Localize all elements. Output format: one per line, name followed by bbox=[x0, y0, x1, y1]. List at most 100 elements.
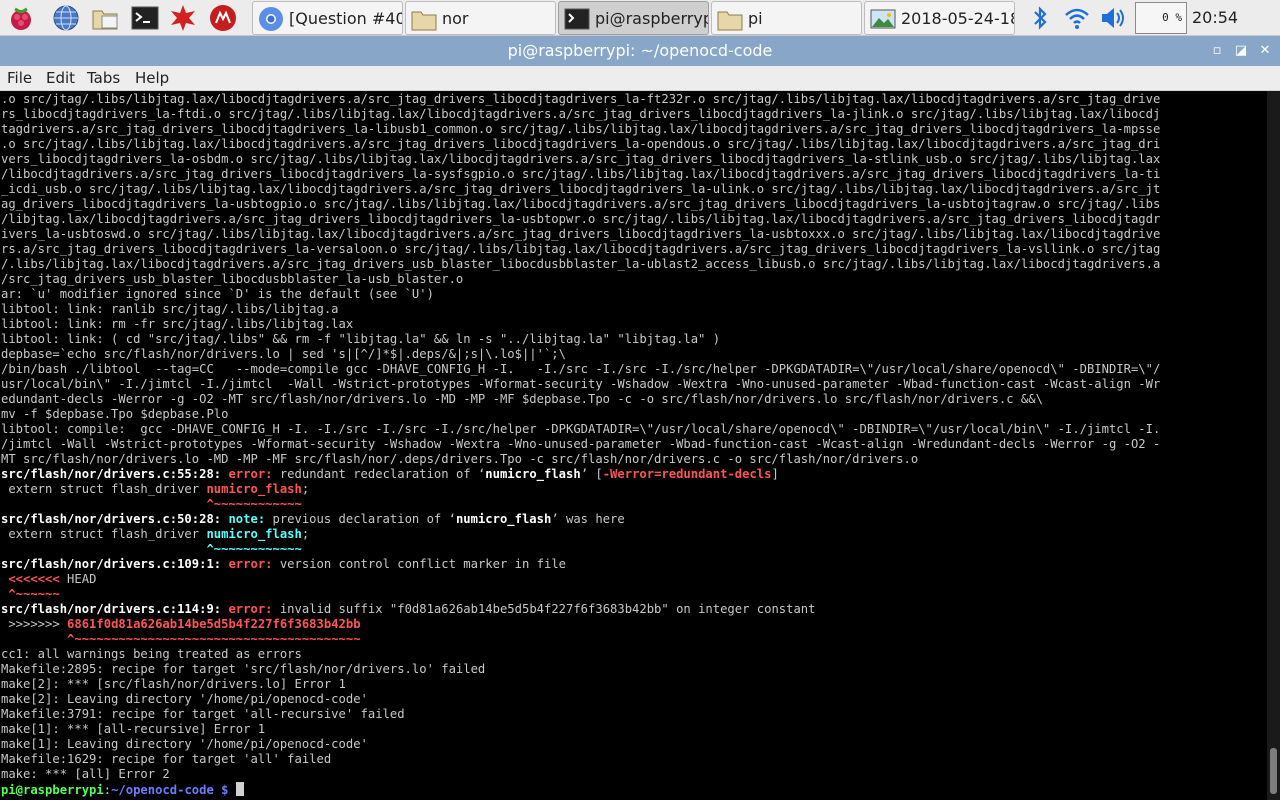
raspberry-menu-icon[interactable] bbox=[6, 3, 36, 33]
terminal-text: ~/openocd-code $ bbox=[111, 783, 229, 797]
folder-icon bbox=[717, 11, 743, 31]
terminal-line: cc1: all warnings being treated as error… bbox=[1, 647, 302, 662]
terminal-text: numicro_flash bbox=[206, 527, 302, 541]
task-label: [Question #40... bbox=[289, 9, 403, 28]
minimize-button[interactable]: ▫ bbox=[1208, 42, 1226, 60]
terminal-icon[interactable] bbox=[130, 3, 160, 33]
terminal-text: ^~~~~~~~~~~~~ bbox=[206, 542, 302, 556]
menu-help[interactable]: Help bbox=[135, 69, 169, 87]
volume-icon[interactable] bbox=[1098, 3, 1128, 33]
cpu-monitor[interactable]: 0 % bbox=[1135, 2, 1187, 34]
terminal-text: ; bbox=[301, 527, 310, 541]
terminal-line: make[2]: Leaving directory '/home/pi/ope… bbox=[1, 692, 368, 707]
terminal-line: vers_libocdjtagdrivers_la-osbdm.o src/jt… bbox=[1, 152, 1160, 167]
terminal-text: make[2]: Leaving directory '/home/pi/ope… bbox=[1, 692, 368, 706]
terminal-line: ivers_la-usbtoswd.o src/jtag/.libs/libjt… bbox=[1, 227, 1160, 242]
file-manager-icon[interactable] bbox=[90, 3, 120, 33]
task-folder-nor[interactable]: nor bbox=[405, 1, 556, 35]
task-label: pi@raspberryp... bbox=[595, 9, 708, 28]
terminal-text: ivers_la-usbtoswd.o src/jtag/.libs/libjt… bbox=[1, 227, 1161, 241]
terminal-scrollbar[interactable] bbox=[1267, 91, 1280, 800]
terminal-text: make[1]: Leaving directory '/home/pi/ope… bbox=[1, 737, 368, 751]
terminal-text: src/flash/nor/drivers.c:109:1: bbox=[1, 557, 229, 571]
terminal-text: rs_libocdjtagdrivers_la-ftdi.o src/jtag/… bbox=[1, 107, 1161, 121]
terminal-line: tagdrivers.a/src_jtag_drivers_libocdjtag… bbox=[1, 122, 1160, 137]
terminal-text: /.libs/libjtag.lax/libocdjtagdrivers.a/s… bbox=[1, 257, 1161, 271]
terminal-line: ^~~~~~~~~~~~~~~~~~~~~~~~~~~~~~~~~~~~~~~~ bbox=[1, 632, 361, 647]
window-titlebar[interactable]: pi@raspberrypi: ~/openocd-code ▫ ◪ ✕ bbox=[0, 36, 1280, 66]
terminal-line: rs.a/src_jtag_drivers_libocdjtagdrivers_… bbox=[1, 242, 1160, 257]
terminal-text: numicro_flash bbox=[485, 467, 581, 481]
terminal-text: error: bbox=[228, 557, 280, 571]
terminal-line: make[1]: *** [all-recursive] Error 1 bbox=[1, 722, 265, 737]
terminal-line: src/flash/nor/drivers.c:109:1: error: ve… bbox=[1, 557, 566, 572]
terminal-output[interactable]: .o src/jtag/.libs/libjtag.lax/libocdjtag… bbox=[0, 91, 1267, 800]
maximize-button[interactable]: ◪ bbox=[1232, 42, 1250, 60]
terminal-text: ^~~~~~~~~~~~~ bbox=[206, 497, 302, 511]
terminal-text: redundant redeclaration of ‘ bbox=[279, 467, 486, 481]
menu-edit[interactable]: Edit bbox=[46, 69, 75, 87]
terminal-text: Makefile:3791: recipe for target 'all-re… bbox=[1, 707, 405, 721]
terminal-line: /src_jtag_drivers_usb_blaster_libocdusbb… bbox=[1, 272, 463, 287]
terminal-text: note: bbox=[228, 512, 273, 526]
terminal-text: /src_jtag_drivers_usb_blaster_libocdusbb… bbox=[1, 272, 464, 286]
terminal-line: make[2]: *** [src/flash/nor/drivers.lo] … bbox=[1, 677, 346, 692]
terminal-text: -Werror=redundant-decls bbox=[602, 467, 772, 481]
task-folder-pi[interactable]: pi bbox=[711, 1, 862, 35]
taskbar: [Question #40... nor pi@raspberryp... pi… bbox=[0, 0, 1280, 36]
terminal-text: ag_drivers_libocdjtagdrivers_la-usbtogpi… bbox=[1, 197, 1161, 211]
task-chromium[interactable]: [Question #40... bbox=[252, 1, 403, 35]
task-terminal[interactable]: pi@raspberryp... bbox=[558, 1, 709, 35]
wifi-icon[interactable] bbox=[1062, 3, 1092, 33]
terminal-text: libtool: link: rm -fr src/jtag/.libs/lib… bbox=[1, 317, 354, 331]
terminal-line: usr/local/bin\" -I./jimtcl -I./jimtcl -W… bbox=[1, 377, 1160, 392]
terminal-text: make[1]: *** [all-recursive] Error 1 bbox=[1, 722, 266, 736]
terminal-text: >>>>>>> bbox=[1, 617, 68, 631]
terminal-text: : bbox=[103, 783, 112, 797]
menu-tabs[interactable]: Tabs bbox=[87, 69, 120, 87]
clock[interactable]: 20:54 bbox=[1192, 8, 1238, 27]
terminal-text: edundant-decls -Werror -g -O2 -MT src/fl… bbox=[1, 392, 1043, 406]
terminal-line: make[1]: Leaving directory '/home/pi/ope… bbox=[1, 737, 368, 752]
menu-file[interactable]: File bbox=[7, 69, 32, 87]
terminal-line: src/flash/nor/drivers.c:55:28: error: re… bbox=[1, 467, 779, 482]
terminal-text: numicro_flash bbox=[455, 512, 552, 526]
task-image-viewer[interactable]: 2018-05-24-18... bbox=[864, 1, 1015, 35]
terminal-line: depbase=`echo src/flash/nor/drivers.lo |… bbox=[1, 347, 566, 362]
wolfram-icon[interactable] bbox=[208, 3, 238, 33]
terminal-line: make: *** [all] Error 2 bbox=[1, 767, 170, 782]
terminal-text: make: *** [all] Error 2 bbox=[1, 767, 170, 781]
terminal-line: Makefile:2895: recipe for target 'src/fl… bbox=[1, 662, 485, 677]
terminal-line: .o src/jtag/.libs/libjtag.lax/libocdjtag… bbox=[1, 92, 1160, 107]
scrollbar-thumb[interactable] bbox=[1270, 748, 1277, 794]
terminal-text: error: bbox=[228, 602, 280, 616]
image-viewer-icon bbox=[870, 9, 896, 29]
terminal-line: extern struct flash_driver numicro_flash… bbox=[1, 482, 309, 497]
folder-icon bbox=[411, 11, 437, 31]
terminal-text: ’ was here bbox=[551, 512, 625, 526]
bluetooth-icon[interactable] bbox=[1025, 3, 1055, 33]
chromium-icon bbox=[259, 7, 283, 31]
terminal-text: error: bbox=[228, 467, 280, 481]
terminal-text: make[2]: *** [src/flash/nor/drivers.lo] … bbox=[1, 677, 346, 691]
menu-bar: File Edit Tabs Help bbox=[0, 66, 1280, 91]
terminal-text: HEAD bbox=[59, 572, 97, 586]
terminal-line: /.libs/libjtag.lax/libocdjtagdrivers.a/s… bbox=[1, 257, 1160, 272]
terminal-line: libtool: compile: gcc -DHAVE_CONFIG_H -I… bbox=[1, 422, 1160, 437]
close-button[interactable]: ✕ bbox=[1256, 42, 1274, 60]
terminal-text: rs.a/src_jtag_drivers_libocdjtagdrivers_… bbox=[1, 242, 1161, 256]
terminal-text: /libjtag.lax/libocdjtagdrivers.a/src_jta… bbox=[1, 212, 1161, 226]
globe-browser-icon[interactable] bbox=[51, 3, 81, 33]
terminal-line: src/flash/nor/drivers.c:50:28: note: pre… bbox=[1, 512, 625, 527]
terminal-text: ; bbox=[301, 482, 310, 496]
terminal-line: /libocdjtagdrivers.a/src_jtag_drivers_li… bbox=[1, 167, 1160, 182]
math-kernel-icon[interactable] bbox=[168, 3, 198, 33]
terminal-text: version control conflict marker in file bbox=[279, 557, 567, 571]
terminal-text: extern struct flash_driver bbox=[1, 527, 207, 541]
terminal-text: MT src/flash/nor/drivers.lo -MD -MP -MF … bbox=[1, 452, 919, 466]
window-title: pi@raspberrypi: ~/openocd-code bbox=[507, 41, 773, 60]
